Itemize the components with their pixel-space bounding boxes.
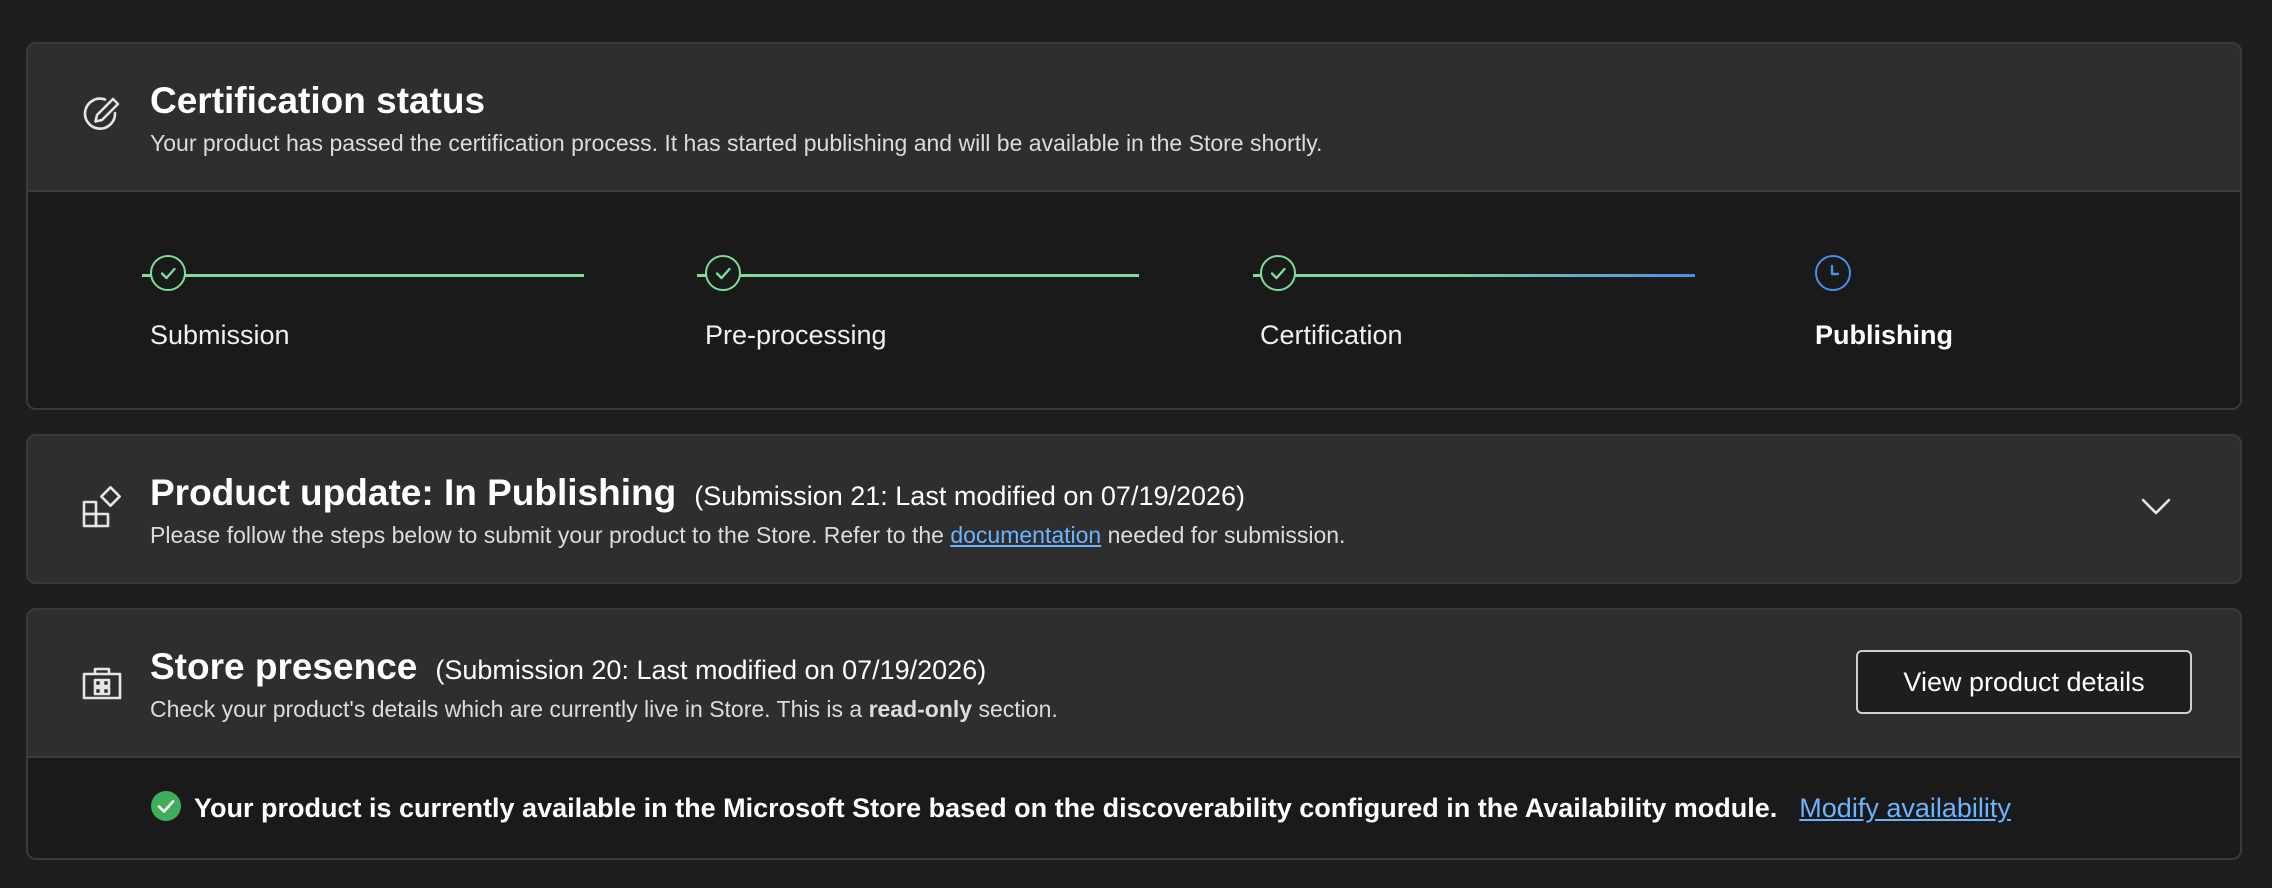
step-connector: [1253, 274, 1695, 277]
step-label-certification: Certification: [1260, 320, 1403, 350]
certification-title: Certification status: [150, 80, 486, 121]
modify-availability-link[interactable]: Modify availability: [1799, 793, 2011, 824]
step-connector: [697, 274, 1139, 277]
step-complete-indicator: [705, 255, 741, 291]
product-update-title-text: Product update: In Publishing: [150, 472, 677, 513]
step-label-pre-processing: Pre-processing: [705, 320, 887, 350]
product-update-meta: (Submission 21: Last modified on 07/19/2…: [694, 481, 1246, 511]
step-complete-indicator: [150, 255, 186, 291]
store-presence-header: Store presence (Submission 20: Last modif…: [28, 610, 2240, 756]
app-grid-icon: [80, 486, 124, 530]
certification-status-card: Certification status Your product has pa…: [26, 42, 2242, 410]
edit-pencil-icon: [80, 92, 124, 136]
product-update-subtitle-text: Please follow the steps below to submit …: [150, 522, 944, 548]
availability-row: Your product is currently available in t…: [150, 790, 2011, 827]
certification-header: Certification status Your product has pa…: [28, 44, 2240, 190]
store-presence-subtitle-end: section.: [978, 696, 1058, 722]
view-product-details-button[interactable]: View product details: [1856, 650, 2192, 714]
store-presence-subtitle-text: Check your product's details which are c…: [150, 696, 863, 722]
product-update-card[interactable]: Product update: In Publishing (Submission…: [26, 434, 2242, 584]
step-pending-indicator: [1815, 255, 1851, 291]
store-bag-icon: [80, 660, 124, 704]
store-presence-title: Store presence (Submission 20: Last modif…: [150, 646, 986, 688]
documentation-link[interactable]: documentation: [950, 522, 1101, 548]
product-update-title: Product update: In Publishing (Submission…: [150, 472, 1245, 514]
store-presence-card: Store presence (Submission 20: Last modif…: [26, 608, 2242, 860]
store-presence-meta: (Submission 20: Last modified on 07/19/2…: [435, 655, 987, 685]
availability-banner: Your product is currently available in t…: [28, 756, 2240, 858]
step-label-publishing: Publishing: [1815, 320, 1953, 350]
store-presence-subtitle: Check your product's details which are c…: [150, 696, 1058, 723]
chevron-down-icon[interactable]: [2138, 492, 2174, 520]
read-only-emphasis: read-only: [868, 696, 973, 722]
product-update-subtitle: Please follow the steps below to submit …: [150, 522, 1345, 549]
success-check-icon: [150, 790, 182, 827]
product-update-subtitle-end: needed for submission.: [1107, 522, 1346, 548]
store-presence-title-text: Store presence: [150, 646, 418, 687]
certification-progress: Submission Pre-processing Certification …: [28, 190, 2240, 408]
certification-subtitle: Your product has passed the certificatio…: [150, 130, 1323, 156]
step-complete-indicator: [1260, 255, 1296, 291]
product-update-header[interactable]: Product update: In Publishing (Submission…: [28, 436, 2240, 582]
availability-message: Your product is currently available in t…: [194, 793, 1778, 823]
step-label-submission: Submission: [150, 320, 290, 350]
step-connector: [142, 274, 584, 277]
